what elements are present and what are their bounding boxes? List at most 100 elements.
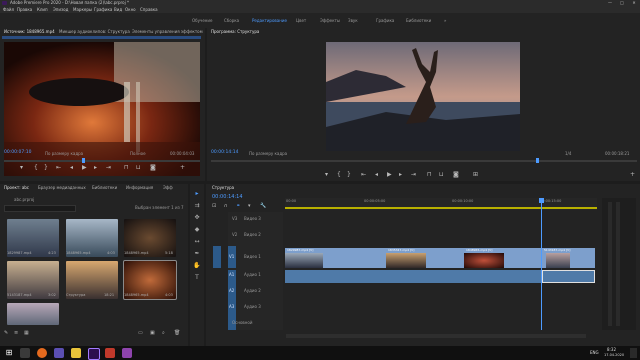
timeline-clip[interactable]: 1829987.mp4 [V]	[285, 248, 323, 268]
step-forward-icon[interactable]: ▸	[399, 171, 402, 179]
play-icon[interactable]: ▶	[82, 164, 87, 172]
tab-info[interactable]: Информация	[126, 184, 153, 191]
step-back-icon[interactable]: ◂	[70, 164, 73, 172]
firefox-icon[interactable]	[37, 348, 47, 358]
source-scrubber[interactable]	[4, 160, 200, 162]
tab-media-browser[interactable]: Браузер медиаданных	[38, 184, 86, 191]
timeline-horizontal-scrollbar[interactable]	[286, 334, 586, 338]
list-view-icon[interactable]: ≡	[14, 329, 18, 337]
menu-sequence[interactable]: Эпизод	[53, 6, 68, 13]
source-resolution-dropdown[interactable]: Полное	[130, 151, 146, 156]
export-frame-icon[interactable]: ◙	[150, 164, 156, 172]
hand-tool-icon[interactable]: ✋	[193, 262, 201, 270]
add-marker-icon[interactable]: ▾	[248, 203, 251, 210]
menu-edit[interactable]: Правка	[17, 6, 32, 13]
app-icon[interactable]	[105, 348, 115, 358]
extract-icon[interactable]: ⊔	[439, 171, 444, 179]
menu-clip[interactable]: Клип	[37, 6, 48, 13]
task-view-icon[interactable]	[20, 348, 30, 358]
workspace-assembly[interactable]: Сборка	[224, 13, 239, 28]
app-icon[interactable]	[122, 348, 132, 358]
tab-project[interactable]: Проект: abc	[4, 184, 29, 191]
pencil-icon[interactable]: ✎	[4, 329, 8, 337]
workspace-graphics[interactable]: Графика	[376, 13, 394, 28]
timeline-clip[interactable]: 1835347.mp4 [V]	[386, 248, 426, 268]
source-patch-v1[interactable]	[213, 246, 221, 268]
source-fit-dropdown[interactable]: По размеру кадра	[45, 151, 83, 156]
new-item-icon[interactable]: ▣	[150, 329, 155, 337]
workspace-libraries[interactable]: Библиотеки	[406, 13, 431, 28]
pen-tool-icon[interactable]: ✒	[193, 250, 201, 258]
clock-date[interactable]: 17.04.2020	[604, 353, 624, 357]
linked-selection-icon[interactable]: ⚭	[236, 203, 240, 210]
tab-effect-controls[interactable]: Элементы управления эффектом	[132, 28, 203, 35]
workspace-color[interactable]: Цвет	[296, 13, 306, 28]
tab-sequence[interactable]: Структура	[212, 184, 234, 191]
tab-program[interactable]: Программа: Структура	[211, 28, 259, 35]
ripple-edit-tool-icon[interactable]: ✥	[193, 214, 201, 222]
icon-view-icon[interactable]: ▦	[24, 329, 29, 337]
wrench-icon[interactable]: 🔧	[260, 203, 266, 210]
add-button-icon[interactable]: +	[630, 171, 635, 179]
comparison-view-icon[interactable]: ⊞	[473, 171, 478, 179]
nest-icon[interactable]: ⊡	[212, 203, 216, 210]
track-label-a3[interactable]: A3	[229, 304, 234, 309]
menu-markers[interactable]: Маркеры	[73, 6, 92, 13]
marker-icon[interactable]: ▾	[325, 171, 328, 179]
mark-in-icon[interactable]: {	[34, 164, 38, 172]
timeline-clip-body[interactable]	[323, 248, 386, 268]
language-indicator[interactable]: ENG	[590, 350, 599, 355]
step-forward-icon[interactable]: ▸	[94, 164, 97, 172]
overwrite-icon[interactable]: ⊔	[136, 164, 141, 172]
workspace-learning[interactable]: Обучение	[192, 13, 212, 28]
menu-file[interactable]: Файл	[3, 6, 14, 13]
add-button-icon[interactable]: +	[180, 164, 185, 172]
selected-audio-clip[interactable]	[542, 270, 595, 283]
timeline-clip[interactable]: 1848965.mp4 [V]	[464, 248, 504, 268]
go-to-out-icon[interactable]: ⇥	[106, 164, 111, 172]
marker-icon[interactable]: ▾	[20, 164, 23, 172]
slip-tool-icon[interactable]: ↔	[193, 238, 201, 246]
tab-libraries[interactable]: Библиотеки	[92, 184, 117, 191]
vpn-app-icon[interactable]	[54, 348, 64, 358]
program-fit-dropdown[interactable]: По размеру кадра	[249, 151, 287, 156]
menu-graphics[interactable]: Графика	[94, 6, 112, 13]
clock-time[interactable]: 8:32	[607, 347, 616, 352]
track-label-v2[interactable]: V2	[232, 232, 237, 237]
project-search-input[interactable]	[4, 205, 76, 212]
tab-source[interactable]: Источник: 1848965.mp4	[4, 28, 55, 35]
go-to-out-icon[interactable]: ⇥	[411, 171, 416, 179]
project-item-thumbnail[interactable]	[7, 303, 59, 325]
source-timecode[interactable]: 00:00:07:10	[4, 150, 31, 155]
workspace-audio[interactable]: Звук	[348, 13, 358, 28]
selection-tool-icon[interactable]: ▸	[193, 190, 201, 198]
export-frame-icon[interactable]: ◙	[453, 171, 459, 179]
source-playhead[interactable]	[82, 158, 85, 163]
program-timecode[interactable]: 00:00:14:14	[211, 150, 238, 155]
file-explorer-icon[interactable]	[71, 348, 81, 358]
tab-effects[interactable]: Эфф	[163, 184, 173, 191]
snap-icon[interactable]: ∩	[224, 203, 228, 210]
trash-icon[interactable]: 🗑	[174, 329, 180, 337]
mark-out-icon[interactable]: }	[347, 171, 351, 179]
type-tool-icon[interactable]: T	[193, 274, 201, 282]
mark-in-icon[interactable]: {	[337, 171, 341, 179]
new-bin-icon[interactable]: ▭	[138, 329, 143, 337]
program-resolution-dropdown[interactable]: 1/4	[565, 151, 571, 156]
timeline-clip-body[interactable]	[504, 248, 542, 268]
work-area-bar[interactable]	[285, 207, 597, 209]
step-back-icon[interactable]: ◂	[375, 171, 378, 179]
menu-help[interactable]: Справка	[140, 6, 158, 13]
track-label-v1[interactable]: V1	[229, 254, 234, 259]
go-to-in-icon[interactable]: ⇤	[56, 164, 61, 172]
menu-window[interactable]: Окно	[125, 6, 136, 13]
timeline-clip-body[interactable]	[426, 248, 464, 268]
program-scrubber[interactable]	[211, 160, 637, 162]
track-select-tool-icon[interactable]: ⇉	[193, 202, 201, 210]
tab-audio-clip-mixer[interactable]: Микшер аудиоклипов: Структура	[59, 28, 130, 35]
workspace-more[interactable]: »	[444, 13, 446, 28]
lift-icon[interactable]: ⊓	[427, 171, 432, 179]
windows-start-icon[interactable]: ⊞	[4, 348, 14, 358]
notifications-icon[interactable]	[630, 348, 637, 358]
program-playhead[interactable]	[536, 158, 539, 163]
